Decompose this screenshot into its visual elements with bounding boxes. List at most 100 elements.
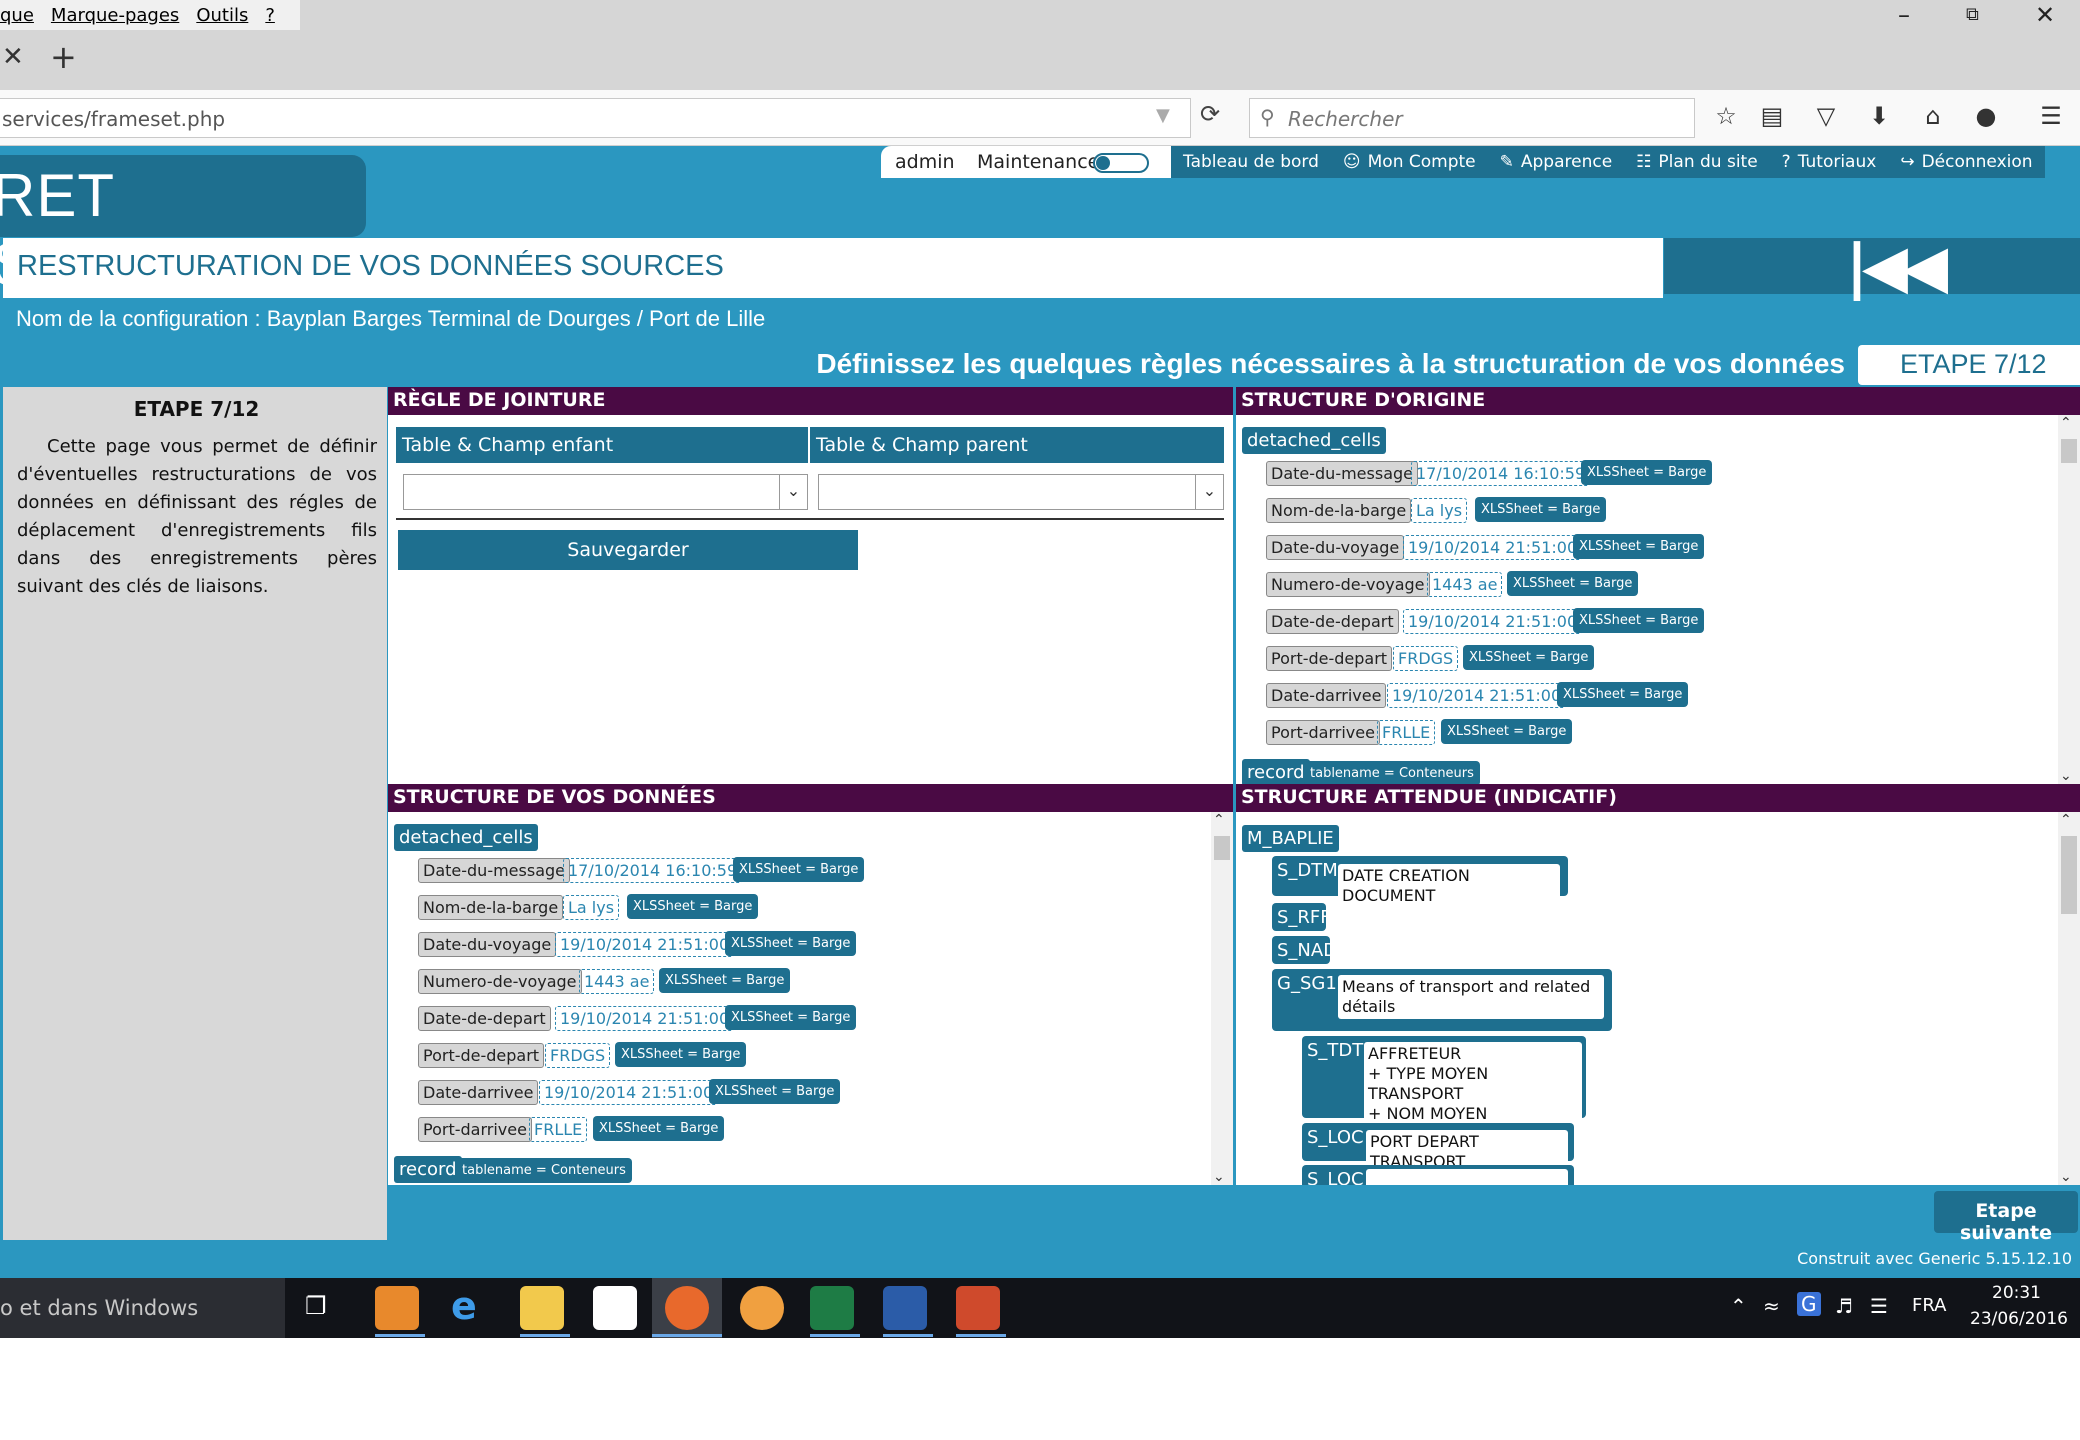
notification-icon[interactable]: ☰	[1870, 1294, 1888, 1318]
clock-time: 20:31	[1992, 1283, 2041, 1303]
running-indicator	[883, 1334, 933, 1337]
nav-item-label: Mon Compte	[1367, 152, 1476, 172]
close-window-icon[interactable]: ✕	[2035, 0, 2055, 30]
powerpoint-icon[interactable]	[956, 1286, 1000, 1330]
maintenance-toggle[interactable]	[1093, 153, 1149, 173]
running-indicator	[956, 1334, 1006, 1337]
volume-icon[interactable]: ♬	[1835, 1294, 1853, 1318]
config-name: Nom de la configuration : Bayplan Barges…	[16, 306, 766, 331]
help-panel: ETAPE 7/12 Cette page vous permet de déf…	[0, 387, 387, 1240]
menu-item[interactable]: Marque-pages	[51, 5, 179, 26]
nav-item[interactable]: Tableau de bord	[1171, 146, 1331, 178]
tab-bar: ✕ +	[0, 30, 2080, 90]
clock-date: 23/06/2016	[1970, 1309, 2068, 1329]
field-name: Date-du-message	[418, 858, 570, 883]
home-icon[interactable]: ⌂	[1917, 102, 1949, 130]
outlook-icon[interactable]	[375, 1286, 419, 1330]
chevron-up-icon[interactable]: ⌃	[1730, 1294, 1747, 1318]
field-badge: XLSSheet = Barge	[615, 1042, 747, 1067]
field-name: Date-darrivee	[418, 1080, 539, 1105]
field-name: Date-de-depart	[1266, 609, 1399, 634]
nav-item[interactable]: ✎ Apparence	[1488, 146, 1625, 178]
field-name: Date-darrivee	[1266, 683, 1387, 708]
divider	[396, 518, 1224, 520]
firefox-icon[interactable]	[665, 1286, 709, 1330]
g-app-icon[interactable]: G	[1797, 1292, 1821, 1316]
field-value: 19/10/2014 21:51:00	[1403, 535, 1583, 560]
reader-list-icon[interactable]: ▤	[1756, 102, 1788, 130]
scrollbar[interactable]: ⌃ ⌄	[2058, 415, 2080, 784]
word-icon[interactable]	[883, 1286, 927, 1330]
nav-item[interactable]: ? Tutoriaux	[1770, 146, 1889, 178]
segment: S_RFF	[1272, 903, 1331, 931]
task-view-icon[interactable]: ❐	[305, 1292, 327, 1320]
origine-tree: ⌃ ⌄ detached_cells Date-du-message 17/10/20…	[1236, 415, 2080, 784]
segment-code: S_DTM	[1277, 860, 1338, 881]
taskbar-search[interactable]: o et dans Windows	[0, 1278, 285, 1338]
segment: G_SG1 Means of transport and related déta…	[1272, 969, 1612, 1031]
donnees-title: STRUCTURE DE VOS DONNÉES	[388, 784, 1233, 812]
menu-item[interactable]: Outils	[196, 5, 248, 26]
running-indicator	[652, 1334, 722, 1337]
record-tag: record	[1242, 759, 1310, 784]
field-badge: XLSSheet = Barge	[1573, 608, 1705, 633]
menu-item[interactable]: que	[0, 5, 34, 26]
field-value: 19/10/2014 21:51:00	[539, 1080, 719, 1105]
wifi-icon[interactable]: ≈	[1763, 1294, 1780, 1318]
site-logo[interactable]: RET SERVICES	[0, 155, 366, 298]
segment-desc: Means of transport and related détails	[1338, 975, 1604, 1019]
edge-icon[interactable]: e	[451, 1284, 477, 1328]
search-placeholder: Rechercher	[1288, 107, 1403, 131]
menu-item[interactable]: ?	[265, 5, 275, 26]
field-badge: XLSSheet = Barge	[709, 1079, 841, 1104]
nav-item-label: Tableau de bord	[1183, 152, 1319, 172]
back-to-start-button[interactable]: |◀◀	[1664, 232, 2080, 302]
nav-item[interactable]: ↪ Déconnexion	[1888, 146, 2044, 178]
next-step-button[interactable]: Etape suivante	[1934, 1191, 2078, 1244]
new-tab-icon[interactable]: +	[50, 38, 77, 76]
nav-item-label: Plan du site	[1658, 152, 1758, 172]
field-name: Port-de-depart	[418, 1043, 545, 1068]
child-field-select[interactable]: ⌄	[403, 474, 808, 510]
url-dropdown-icon[interactable]: ▼	[1156, 105, 1170, 126]
field-badge: XLSSheet = Barge	[1573, 534, 1705, 559]
excel-icon[interactable]	[810, 1286, 854, 1330]
url-bar[interactable]: services/frameset.php ▼	[0, 98, 1191, 138]
scrollbar[interactable]: ⌃ ⌄	[2058, 812, 2080, 1185]
segment: S_TDT AFFRETEUR + TYPE MOYEN TRANSPORT + …	[1302, 1036, 1586, 1146]
nav-item[interactable]: ☺ Mon Compte	[1331, 146, 1488, 178]
field-value: FRLLE	[1377, 720, 1436, 745]
bookmark-star-icon[interactable]: ☆	[1710, 102, 1742, 130]
store-icon[interactable]	[593, 1286, 637, 1330]
language-indicator[interactable]: FRA	[1912, 1295, 1946, 1316]
segment-code: S_TDT	[1307, 1040, 1364, 1061]
search-input[interactable]: ⚲ Rechercher	[1249, 98, 1695, 138]
app-icon[interactable]	[740, 1286, 784, 1330]
field-name: Port-darrivee	[1266, 720, 1380, 745]
segment-code: G_SG1	[1277, 973, 1337, 994]
reload-icon[interactable]: ⟳	[1200, 100, 1220, 128]
field-name: Port-darrivee	[418, 1117, 532, 1142]
scrollbar[interactable]: ⌃ ⌄	[1211, 812, 1233, 1185]
nav-item[interactable]: ☷ Plan du site	[1624, 146, 1770, 178]
minimize-icon[interactable]: –	[1898, 0, 1910, 30]
segment-desc: DATE CREATION DOCUMENT	[1338, 864, 1560, 908]
sitemap-icon: ☷	[1636, 152, 1652, 172]
segment: S_DTM DATE CREATION DOCUMENT	[1272, 856, 1568, 908]
field-value: La lys	[1411, 498, 1468, 523]
close-tab-icon[interactable]: ✕	[2, 42, 24, 72]
record-badge: tablename = Conteneurs	[456, 1158, 632, 1183]
step-instruction: Définissez les quelques règles nécessair…	[816, 348, 1845, 379]
download-icon[interactable]: ⬇	[1863, 102, 1895, 130]
pocket-icon[interactable]: ▽	[1810, 102, 1842, 130]
chat-icon[interactable]: ●	[1970, 102, 2002, 130]
attendue-title: STRUCTURE ATTENDUE (INDICATIF)	[1236, 784, 2080, 812]
file-explorer-icon[interactable]	[520, 1286, 564, 1330]
save-button[interactable]: Sauvegarder	[398, 530, 858, 570]
restore-icon[interactable]: ⧉	[1966, 0, 1979, 30]
hamburger-menu-icon[interactable]: ☰	[2035, 102, 2067, 130]
parent-field-select[interactable]: ⌄	[818, 474, 1224, 510]
url-text: services/frameset.php	[2, 107, 226, 131]
help-title: ETAPE 7/12	[133, 397, 260, 421]
maintenance-label: Maintenance	[977, 151, 1100, 173]
